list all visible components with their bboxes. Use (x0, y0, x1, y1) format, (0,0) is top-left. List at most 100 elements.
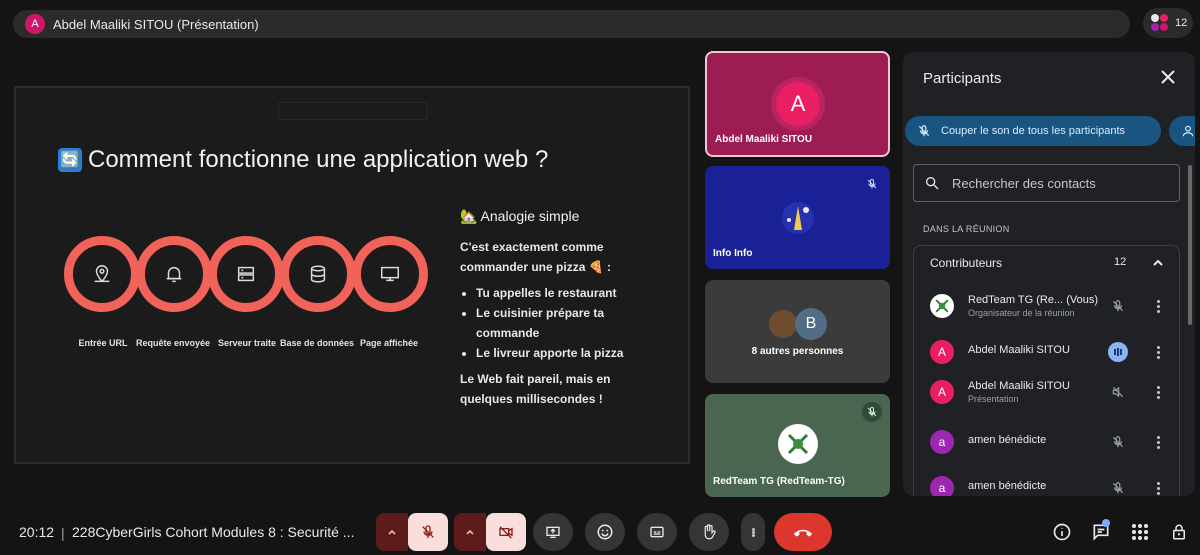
raise-hand-button[interactable] (689, 513, 729, 551)
analogy-bullet: Le cuisinier prépare ta commande (476, 303, 660, 343)
more-vert-icon (751, 527, 755, 537)
monitor-icon (352, 236, 428, 312)
participant-name: amen bénédicte (968, 480, 1047, 492)
add-people-button[interactable] (1169, 116, 1195, 146)
server-icon (208, 236, 284, 312)
redteam-logo (778, 424, 818, 464)
camera-toggle-button[interactable] (486, 513, 526, 551)
redteam-avatar (930, 294, 954, 318)
group-label[interactable]: Contributeurs (930, 256, 1002, 270)
participant-name: amen bénédicte (968, 434, 1047, 446)
analogy-block: 🏡 Analogie simple C'est exactement comme… (460, 208, 660, 409)
avatar: B (795, 308, 827, 340)
mic-options-button[interactable] (376, 513, 408, 551)
participant-row[interactable]: RedTeam TG (Re... (Vous) Organisateur de… (930, 290, 1180, 326)
mic-off-icon (918, 125, 930, 137)
participant-tile[interactable]: B 8 autres personnes (705, 280, 890, 383)
activities-icon[interactable] (1129, 521, 1151, 543)
more-options-icon[interactable] (1152, 342, 1164, 362)
chat-icon[interactable] (1090, 519, 1112, 543)
present-screen-button[interactable] (533, 513, 573, 551)
mic-off-icon (862, 174, 882, 194)
contributors-group: Contributeurs 12 RedTeam TG (Re... (Vous… (913, 245, 1180, 496)
camera-control (454, 513, 526, 551)
info-icon[interactable] (1051, 521, 1073, 543)
presenter-avatar: A (25, 14, 45, 34)
participant-tile[interactable]: Info Info (705, 166, 890, 269)
more-options-icon[interactable] (1152, 478, 1164, 496)
captions-button[interactable] (637, 513, 677, 551)
camera-options-button[interactable] (454, 513, 486, 551)
analogy-bullet: Le livreur apporte la pizza (476, 343, 660, 363)
participant-role: Organisateur de la réunion (968, 308, 1075, 318)
emoji-button[interactable] (585, 513, 625, 551)
participant-row[interactable]: A Abdel Maaliki SITOU Présentation (930, 376, 1180, 412)
mute-all-label: Couper le son de tous les participants (941, 125, 1126, 137)
people-chip[interactable]: 12 (1143, 8, 1193, 38)
avatar: A (930, 340, 954, 364)
mute-all-button[interactable]: Couper le son de tous les participants (905, 116, 1161, 146)
camera-off-icon (499, 526, 513, 539)
mic-toggle-button[interactable] (408, 513, 448, 551)
participant-name: RedTeam TG (Re... (Vous) (968, 294, 1099, 306)
chevron-up-icon (466, 529, 474, 535)
hang-up-icon (793, 529, 813, 537)
tile-illustration (782, 202, 814, 234)
database-icon (280, 236, 356, 312)
mic-off-icon (862, 402, 882, 422)
panel-scrollbar[interactable] (1188, 165, 1192, 325)
avatar: a (930, 476, 954, 496)
slide-title-text: Comment fonctionne une application web ? (88, 146, 549, 173)
analogy-intro: C'est exactement comme commander une piz… (460, 240, 611, 274)
mic-off-icon (1108, 478, 1128, 496)
search-input[interactable]: Rechercher des contacts (913, 164, 1180, 202)
host-controls-icon[interactable] (1168, 521, 1190, 543)
step-label: Page affichée (359, 338, 419, 348)
slide-title: 🔄 Comment fonctionne une application web… (58, 146, 548, 174)
group-count: 12 (1114, 256, 1127, 268)
panel-title: Participants (923, 70, 1002, 87)
more-options-icon[interactable] (1152, 296, 1164, 316)
mic-off-icon (1108, 296, 1128, 316)
analogy-bullet: Tu appelles le restaurant (476, 283, 660, 303)
search-icon (926, 177, 939, 190)
meet-window: A Abdel Maaliki SITOU (Présentation) 12 … (0, 0, 1200, 555)
participant-tile[interactable]: A Abdel Maaliki SITOU (705, 51, 890, 157)
leave-call-button[interactable] (774, 513, 832, 551)
chevron-up-icon (388, 529, 396, 535)
participant-role: Présentation (968, 394, 1019, 404)
separator: | (61, 525, 65, 541)
participants-panel: Participants Couper le son de tous les p… (903, 52, 1195, 496)
more-options-icon[interactable] (1152, 382, 1164, 402)
search-placeholder: Rechercher des contacts (952, 175, 1096, 191)
bell-icon (136, 236, 212, 312)
location-icon (64, 236, 140, 312)
participant-row[interactable]: a amen bénédicte (930, 472, 1180, 496)
meeting-title: 228CyberGirls Cohort Modules 8 : Securit… (72, 524, 355, 540)
person-add-icon (1182, 125, 1194, 137)
participant-row[interactable]: A Abdel Maaliki SITOU (930, 336, 1180, 372)
tile-name: Info Info (713, 248, 753, 259)
more-options-icon[interactable] (1152, 432, 1164, 452)
close-icon[interactable] (1159, 68, 1177, 86)
participant-tile[interactable]: RedTeam TG (RedTeam-TG) (705, 394, 890, 497)
refresh-icon: 🔄 (58, 148, 82, 172)
more-options-button[interactable] (741, 513, 765, 551)
presentation-slide: 🔄 Comment fonctionne une application web… (14, 86, 690, 464)
tile-name: Abdel Maaliki SITOU (715, 134, 813, 145)
tile-name: RedTeam TG (RedTeam-TG) (713, 476, 845, 487)
participant-name: Abdel Maaliki SITOU (968, 380, 1070, 392)
raise-hand-icon (704, 524, 716, 540)
captions-icon (650, 526, 664, 538)
chevron-up-icon[interactable] (1150, 255, 1166, 271)
clock: 20:12 (19, 524, 55, 540)
people-count: 12 (1175, 17, 1188, 29)
notification-dot (1102, 519, 1110, 527)
mic-off-icon (1108, 432, 1128, 452)
participant-row[interactable]: a amen bénédicte (930, 426, 1180, 462)
avatar: A (930, 380, 954, 404)
process-steps (64, 236, 430, 314)
analogy-list: Tu appelles le restaurant Le cuisinier p… (476, 283, 660, 363)
mic-control (376, 513, 448, 551)
emoji-icon (597, 524, 613, 540)
